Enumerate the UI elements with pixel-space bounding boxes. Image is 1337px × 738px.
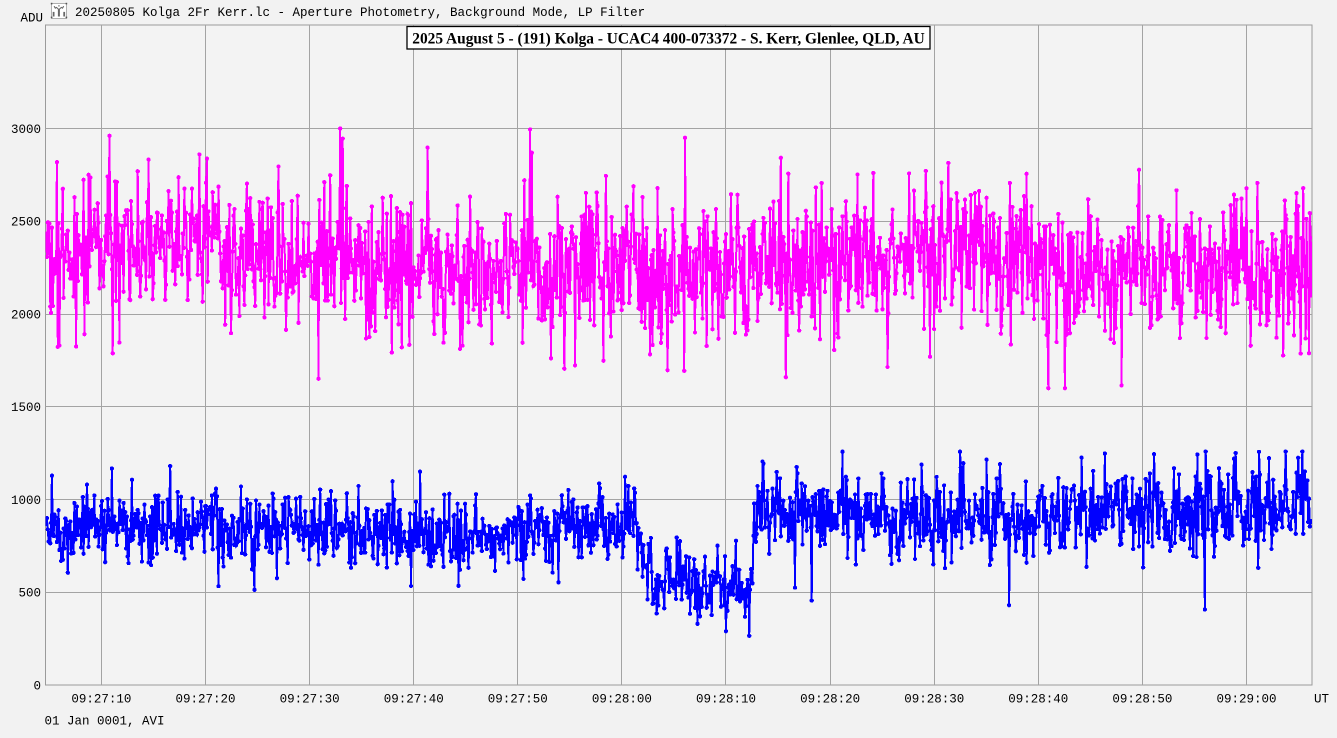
- svg-text:2500: 2500: [11, 216, 41, 230]
- svg-text:09:29:00: 09:29:00: [1216, 692, 1276, 706]
- svg-text:0: 0: [33, 679, 41, 693]
- svg-text:1000: 1000: [11, 494, 41, 508]
- svg-text:2000: 2000: [11, 308, 41, 322]
- svg-text:2025 August 5 - (191) Kolga -: 2025 August 5 - (191) Kolga - UCAC4 400-…: [412, 31, 924, 48]
- svg-text:09:28:30: 09:28:30: [904, 692, 964, 706]
- svg-text:09:27:30: 09:27:30: [280, 692, 340, 706]
- svg-text:UT: UT: [1314, 692, 1330, 706]
- svg-text:20250805 Kolga 2Fr Kerr.lc - A: 20250805 Kolga 2Fr Kerr.lc - Aperture Ph…: [75, 6, 645, 20]
- svg-text:09:28:20: 09:28:20: [800, 692, 860, 706]
- svg-text:09:28:10: 09:28:10: [696, 692, 756, 706]
- svg-text:1500: 1500: [11, 401, 41, 415]
- svg-text:3000: 3000: [11, 123, 41, 137]
- svg-text:500: 500: [18, 587, 41, 601]
- svg-text:09:27:50: 09:27:50: [488, 692, 548, 706]
- svg-text:ADU: ADU: [21, 12, 44, 26]
- svg-text:09:27:20: 09:27:20: [175, 692, 235, 706]
- svg-text:09:28:00: 09:28:00: [592, 692, 652, 706]
- svg-text:09:27:10: 09:27:10: [71, 692, 131, 706]
- svg-text:01 Jan 0001, AVI: 01 Jan 0001, AVI: [45, 715, 165, 729]
- svg-text:09:28:40: 09:28:40: [1008, 692, 1068, 706]
- svg-text:09:28:50: 09:28:50: [1112, 692, 1172, 706]
- svg-text:09:27:40: 09:27:40: [384, 692, 444, 706]
